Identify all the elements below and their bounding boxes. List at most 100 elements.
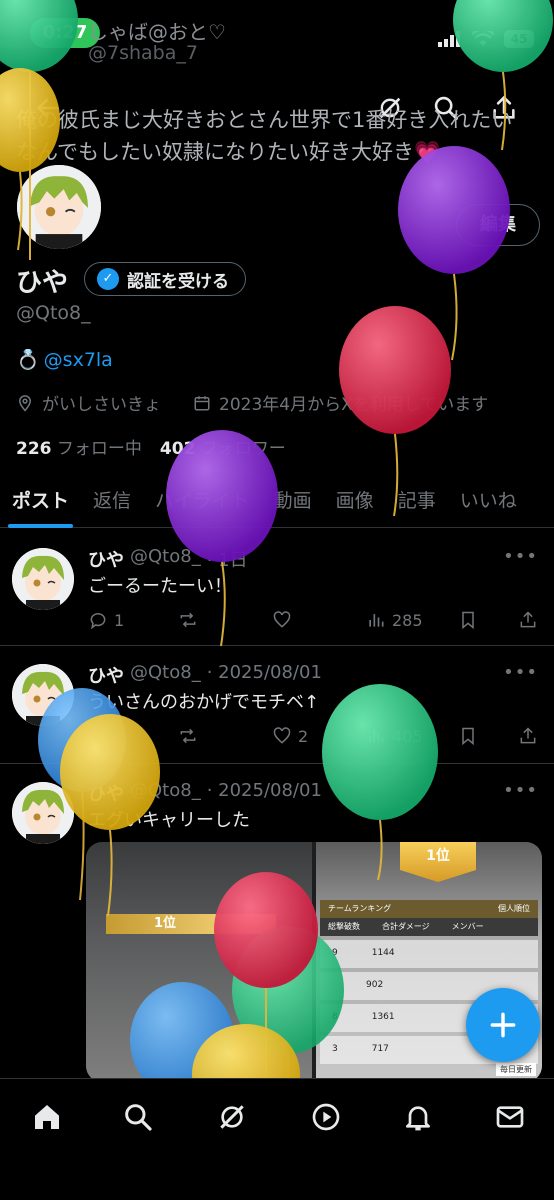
- wifi-icon: [472, 31, 494, 46]
- nav-search[interactable]: [118, 1097, 158, 1137]
- follow-stats: 226 フォロー中 402 フォロワー: [16, 434, 286, 459]
- views-count: 405: [392, 726, 423, 746]
- rank-header-members: メンバー: [451, 922, 484, 931]
- reply-button[interactable]: 1: [88, 610, 124, 630]
- post-text: ういさんのおかげでモチベ↑: [88, 692, 320, 713]
- reply-button[interactable]: [88, 726, 114, 746]
- bookmark-button[interactable]: [458, 610, 478, 630]
- tab-articles[interactable]: 記事: [386, 470, 448, 528]
- media-image-left[interactable]: 1位: [86, 842, 312, 1082]
- video-icon: [312, 1103, 340, 1131]
- rank-damage: 717: [371, 1044, 389, 1054]
- more-options-icon[interactable]: •••: [503, 546, 538, 567]
- display-name: ひや: [16, 268, 69, 298]
- nav-notifications[interactable]: [398, 1097, 438, 1137]
- post-actions: 1 285: [88, 610, 538, 636]
- tab-videos[interactable]: 動画: [262, 470, 324, 528]
- post-date: · 1日: [206, 550, 248, 571]
- rank-kills: 8: [332, 1012, 338, 1022]
- repost-button[interactable]: [178, 610, 204, 630]
- profile-avatar[interactable]: [14, 162, 104, 252]
- profile-meta: がいしさいきょ 2023年4月からXを利用しています: [16, 390, 488, 415]
- views-button[interactable]: 285: [366, 610, 423, 630]
- post-author-name[interactable]: ひや: [88, 546, 124, 572]
- tab-highlights[interactable]: ハイライト: [143, 470, 262, 528]
- rank-header: 総撃破数 合計ダメージ メンバー: [320, 918, 538, 936]
- rank-kills: 3: [332, 1044, 338, 1054]
- rank-damage: 902: [366, 980, 384, 990]
- bookmark-icon: [462, 727, 474, 746]
- views-button[interactable]: 405: [366, 726, 423, 746]
- repost-icon: [180, 728, 196, 744]
- rank-damage: 1361: [371, 1012, 395, 1022]
- rank-tab-individual: 個人順位: [498, 904, 530, 913]
- nav-messages[interactable]: [490, 1097, 530, 1137]
- share-post-button[interactable]: [518, 610, 538, 630]
- tab-replies[interactable]: 返信: [81, 470, 143, 528]
- nav-home[interactable]: [27, 1097, 67, 1137]
- grok-icon: [220, 1105, 244, 1129]
- tab-photos[interactable]: 画像: [324, 470, 386, 528]
- compose-button[interactable]: [466, 988, 540, 1062]
- post-author-name[interactable]: ひや: [88, 662, 124, 688]
- header-bio-line1: 俺の彼氏まじ大好きおとさん世界で1番好き入れたい: [16, 108, 513, 132]
- rank-damage: 1144: [371, 948, 395, 958]
- get-verified-button[interactable]: ✓ 認証を受ける: [84, 262, 246, 296]
- bookmark-button[interactable]: [458, 726, 478, 746]
- get-verified-label: 認証を受ける: [127, 271, 229, 292]
- post-author-handle: @Qto8_: [130, 780, 201, 801]
- avatar[interactable]: [12, 548, 74, 610]
- header-name: しゃば@おと♡: [88, 20, 226, 44]
- more-options-icon[interactable]: •••: [503, 662, 538, 683]
- edit-profile-button[interactable]: 編集: [456, 204, 540, 246]
- signal-icon: [438, 31, 460, 47]
- nav-video[interactable]: [306, 1097, 346, 1137]
- bottom-nav: [0, 1078, 554, 1200]
- like-button[interactable]: 2: [272, 726, 308, 746]
- following-link[interactable]: 226 フォロー中: [16, 434, 142, 459]
- post-item[interactable]: ひや @Qto8_ · 1日 ••• ごーるーたーい！ 1 285: [0, 530, 554, 646]
- reply-icon: [90, 613, 106, 630]
- battery-indicator: 45: [504, 30, 534, 48]
- rank-tabs: チームランキング 個人順位: [320, 900, 538, 918]
- left-rank-banner: 1位: [106, 914, 276, 934]
- calendar-icon: [194, 395, 210, 410]
- header-bio-line2: なんでもしたい奴隷になりたい好き大好き💗: [16, 140, 441, 164]
- balloon-icon: [398, 146, 510, 361]
- avatar[interactable]: [12, 664, 74, 726]
- followers-link[interactable]: 402 フォロワー: [160, 434, 286, 459]
- messages-icon: [496, 1106, 524, 1128]
- tab-posts[interactable]: ポスト: [0, 470, 81, 528]
- location-icon: [18, 394, 32, 412]
- like-button[interactable]: [272, 610, 298, 630]
- ring-mention-link[interactable]: @sx7la: [44, 349, 113, 371]
- rank-kills: 9: [332, 948, 338, 958]
- share-icon: [520, 611, 536, 628]
- avatar[interactable]: [12, 782, 74, 844]
- more-options-icon[interactable]: •••: [503, 780, 538, 801]
- share-post-button[interactable]: [518, 726, 538, 746]
- following-count: 226: [16, 439, 52, 459]
- post-author-name[interactable]: ひや: [88, 780, 124, 806]
- rank-header-kills: 総撃破数: [328, 922, 360, 931]
- views-icon: [369, 730, 384, 743]
- post-header: ひや @Qto8_ · 2025/08/01: [88, 662, 322, 688]
- profile-tabs: ポスト 返信 ハイライト 動画 画像 記事 いいね: [0, 470, 554, 528]
- post-text: ごーるーたーい！: [88, 576, 232, 597]
- avatar-image: [17, 165, 101, 249]
- post-date: · 2025/08/01: [206, 780, 322, 801]
- repost-button[interactable]: [178, 726, 204, 746]
- following-label: フォロー中: [56, 439, 142, 459]
- right-rank-flag: 1位: [400, 842, 476, 882]
- post-item[interactable]: ひや @Qto8_ · 2025/08/01 ••• ういさんのおかげでモチベ↑…: [0, 646, 554, 764]
- bookmark-icon: [462, 611, 474, 630]
- nav-grok[interactable]: [212, 1097, 252, 1137]
- post-author-handle: @Qto8_: [130, 546, 201, 567]
- tab-likes[interactable]: いいね: [448, 470, 529, 528]
- status-bar: 0:27 45: [0, 0, 554, 70]
- home-icon: [35, 1105, 59, 1129]
- profile-handle: @Qto8_: [16, 302, 91, 324]
- status-icons: 45: [438, 30, 534, 48]
- followers-label: フォロワー: [200, 439, 286, 459]
- rank-row: 9 1144: [320, 940, 538, 968]
